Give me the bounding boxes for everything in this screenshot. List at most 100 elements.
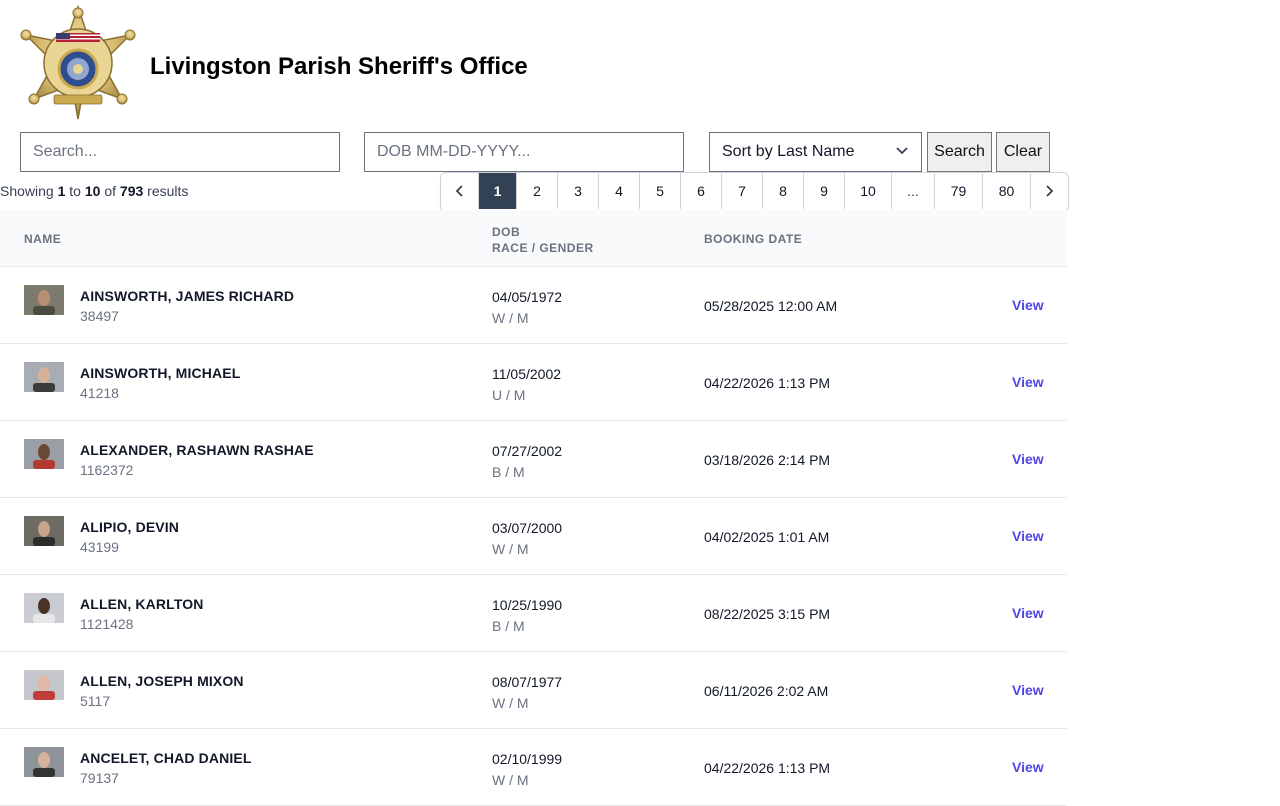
table-row: ALIPIO, DEVIN 43199 03/07/2000 W / M 04/…	[0, 498, 1067, 575]
page-80-button[interactable]: 80	[983, 173, 1031, 209]
column-header-booking-date: BOOKING DATE	[704, 232, 803, 246]
pagination: 1 2 3 4 5 6 7 8 9 10 ... 79 80	[440, 172, 1069, 212]
inmate-name: ANCELET, CHAD DANIEL	[80, 750, 252, 766]
mugshot-photo[interactable]	[24, 362, 64, 392]
clear-button[interactable]: Clear	[996, 132, 1050, 172]
inmate-name: ALIPIO, DEVIN	[80, 519, 180, 535]
booking-number: 1162372	[80, 462, 134, 478]
inmate-name: ALLEN, KARLTON	[80, 596, 204, 612]
table-header: NAME DOB RACE / GENDER BOOKING DATE	[0, 210, 1067, 267]
prev-page-button[interactable]	[441, 173, 479, 209]
search-input[interactable]	[20, 132, 340, 172]
column-header-dob: DOB RACE / GENDER	[492, 224, 594, 256]
page-7-button[interactable]: 7	[722, 173, 763, 209]
inmate-race-gender: W / M	[492, 310, 529, 326]
page-3-button[interactable]: 3	[558, 173, 599, 209]
column-header-dob-label: DOB	[492, 225, 521, 239]
inmate-dob: 07/27/2002	[492, 443, 563, 459]
mugshot-photo[interactable]	[24, 593, 64, 623]
column-header-race-gender: RACE / GENDER	[492, 241, 594, 255]
table-body: AINSWORTH, JAMES RICHARD 38497 04/05/197…	[0, 267, 1067, 806]
booking-number: 5117	[80, 693, 111, 709]
sort-select-value: Sort by Last Name	[722, 143, 855, 160]
table-row: AINSWORTH, JAMES RICHARD 38497 04/05/197…	[0, 267, 1067, 344]
view-link[interactable]: View	[1012, 605, 1044, 621]
inmate-dob: 04/05/1972	[492, 289, 563, 305]
dob-input[interactable]	[364, 132, 684, 172]
booking-number: 38497	[80, 308, 119, 324]
chevron-left-icon	[455, 185, 463, 197]
page-4-button[interactable]: 4	[599, 173, 640, 209]
table-row: ALEXANDER, RASHAWN RASHAE 1162372 07/27/…	[0, 421, 1067, 498]
chevron-down-icon	[896, 147, 908, 155]
table-row: ALLEN, JOSEPH MIXON 5117 08/07/1977 W / …	[0, 652, 1067, 729]
booking-date: 08/22/2025 3:15 PM	[704, 606, 831, 622]
booking-number: 79137	[80, 770, 119, 786]
inmate-dob: 08/07/1977	[492, 674, 563, 690]
page-6-button[interactable]: 6	[681, 173, 722, 209]
page-header: Livingston Parish Sheriff's Office	[0, 0, 1280, 130]
inmate-dob: 03/07/2000	[492, 520, 563, 536]
inmate-dob: 11/05/2002	[492, 366, 562, 382]
booking-date: 03/18/2026 2:14 PM	[704, 452, 831, 468]
booking-date: 04/02/2025 1:01 AM	[704, 529, 830, 545]
results-prefix: Showing	[0, 183, 54, 199]
chevron-right-icon	[1046, 185, 1054, 197]
inmate-table: NAME DOB RACE / GENDER BOOKING DATE AINS…	[0, 210, 1067, 806]
page-2-button[interactable]: 2	[517, 173, 558, 209]
mugshot-photo[interactable]	[24, 516, 64, 546]
page-9-button[interactable]: 9	[804, 173, 845, 209]
results-to: 10	[84, 183, 101, 199]
table-row: ALLEN, KARLTON 1121428 10/25/1990 B / M …	[0, 575, 1067, 652]
page-5-button[interactable]: 5	[640, 173, 681, 209]
results-of-word: of	[104, 183, 117, 199]
booking-number: 41218	[80, 385, 119, 401]
sheriff-badge-logo	[18, 4, 138, 121]
search-button[interactable]: Search	[927, 132, 992, 172]
inmate-race-gender: B / M	[492, 464, 525, 480]
inmate-race-gender: W / M	[492, 695, 529, 711]
booking-date: 06/11/2026 2:02 AM	[704, 683, 829, 699]
page-10-button[interactable]: 10	[845, 173, 892, 209]
inmate-race-gender: W / M	[492, 772, 529, 788]
table-row: AINSWORTH, MICHAEL 41218 11/05/2002 U / …	[0, 344, 1067, 421]
view-link[interactable]: View	[1012, 374, 1044, 390]
results-suffix: results	[147, 183, 189, 199]
view-link[interactable]: View	[1012, 451, 1044, 467]
results-total: 793	[119, 183, 144, 199]
inmate-dob: 02/10/1999	[492, 751, 563, 767]
results-from: 1	[57, 183, 66, 199]
inmate-name: ALLEN, JOSEPH MIXON	[80, 673, 244, 689]
mugshot-photo[interactable]	[24, 285, 64, 315]
view-link[interactable]: View	[1012, 528, 1044, 544]
column-header-name: NAME	[24, 232, 62, 246]
inmate-name: ALEXANDER, RASHAWN RASHAE	[80, 442, 314, 458]
page-title: Livingston Parish Sheriff's Office	[150, 53, 528, 80]
results-summary: Showing 1 to 10 of 793 results	[0, 183, 188, 199]
mugshot-photo[interactable]	[24, 747, 64, 777]
booking-date: 05/28/2025 12:00 AM	[704, 298, 838, 314]
mugshot-photo[interactable]	[24, 670, 64, 700]
page-1-button[interactable]: 1	[479, 173, 517, 209]
booking-number: 43199	[80, 539, 119, 555]
inmate-race-gender: B / M	[492, 618, 525, 634]
page-79-button[interactable]: 79	[935, 173, 983, 209]
view-link[interactable]: View	[1012, 759, 1044, 775]
inmate-race-gender: W / M	[492, 541, 529, 557]
table-row: ANCELET, CHAD DANIEL 79137 02/10/1999 W …	[0, 729, 1067, 806]
inmate-race-gender: U / M	[492, 387, 526, 403]
booking-date: 04/22/2026 1:13 PM	[704, 760, 831, 776]
inmate-dob: 10/25/1990	[492, 597, 563, 613]
view-link[interactable]: View	[1012, 297, 1044, 313]
next-page-button[interactable]	[1031, 173, 1068, 209]
inmate-name: AINSWORTH, MICHAEL	[80, 365, 241, 381]
inmate-name: AINSWORTH, JAMES RICHARD	[80, 288, 295, 304]
page-ellipsis: ...	[892, 173, 935, 209]
page-8-button[interactable]: 8	[763, 173, 804, 209]
booking-number: 1121428	[80, 616, 134, 632]
sort-select[interactable]: Sort by Last Name	[709, 132, 922, 172]
mugshot-photo[interactable]	[24, 439, 64, 469]
results-to-word: to	[69, 183, 81, 199]
view-link[interactable]: View	[1012, 682, 1044, 698]
booking-date: 04/22/2026 1:13 PM	[704, 375, 831, 391]
